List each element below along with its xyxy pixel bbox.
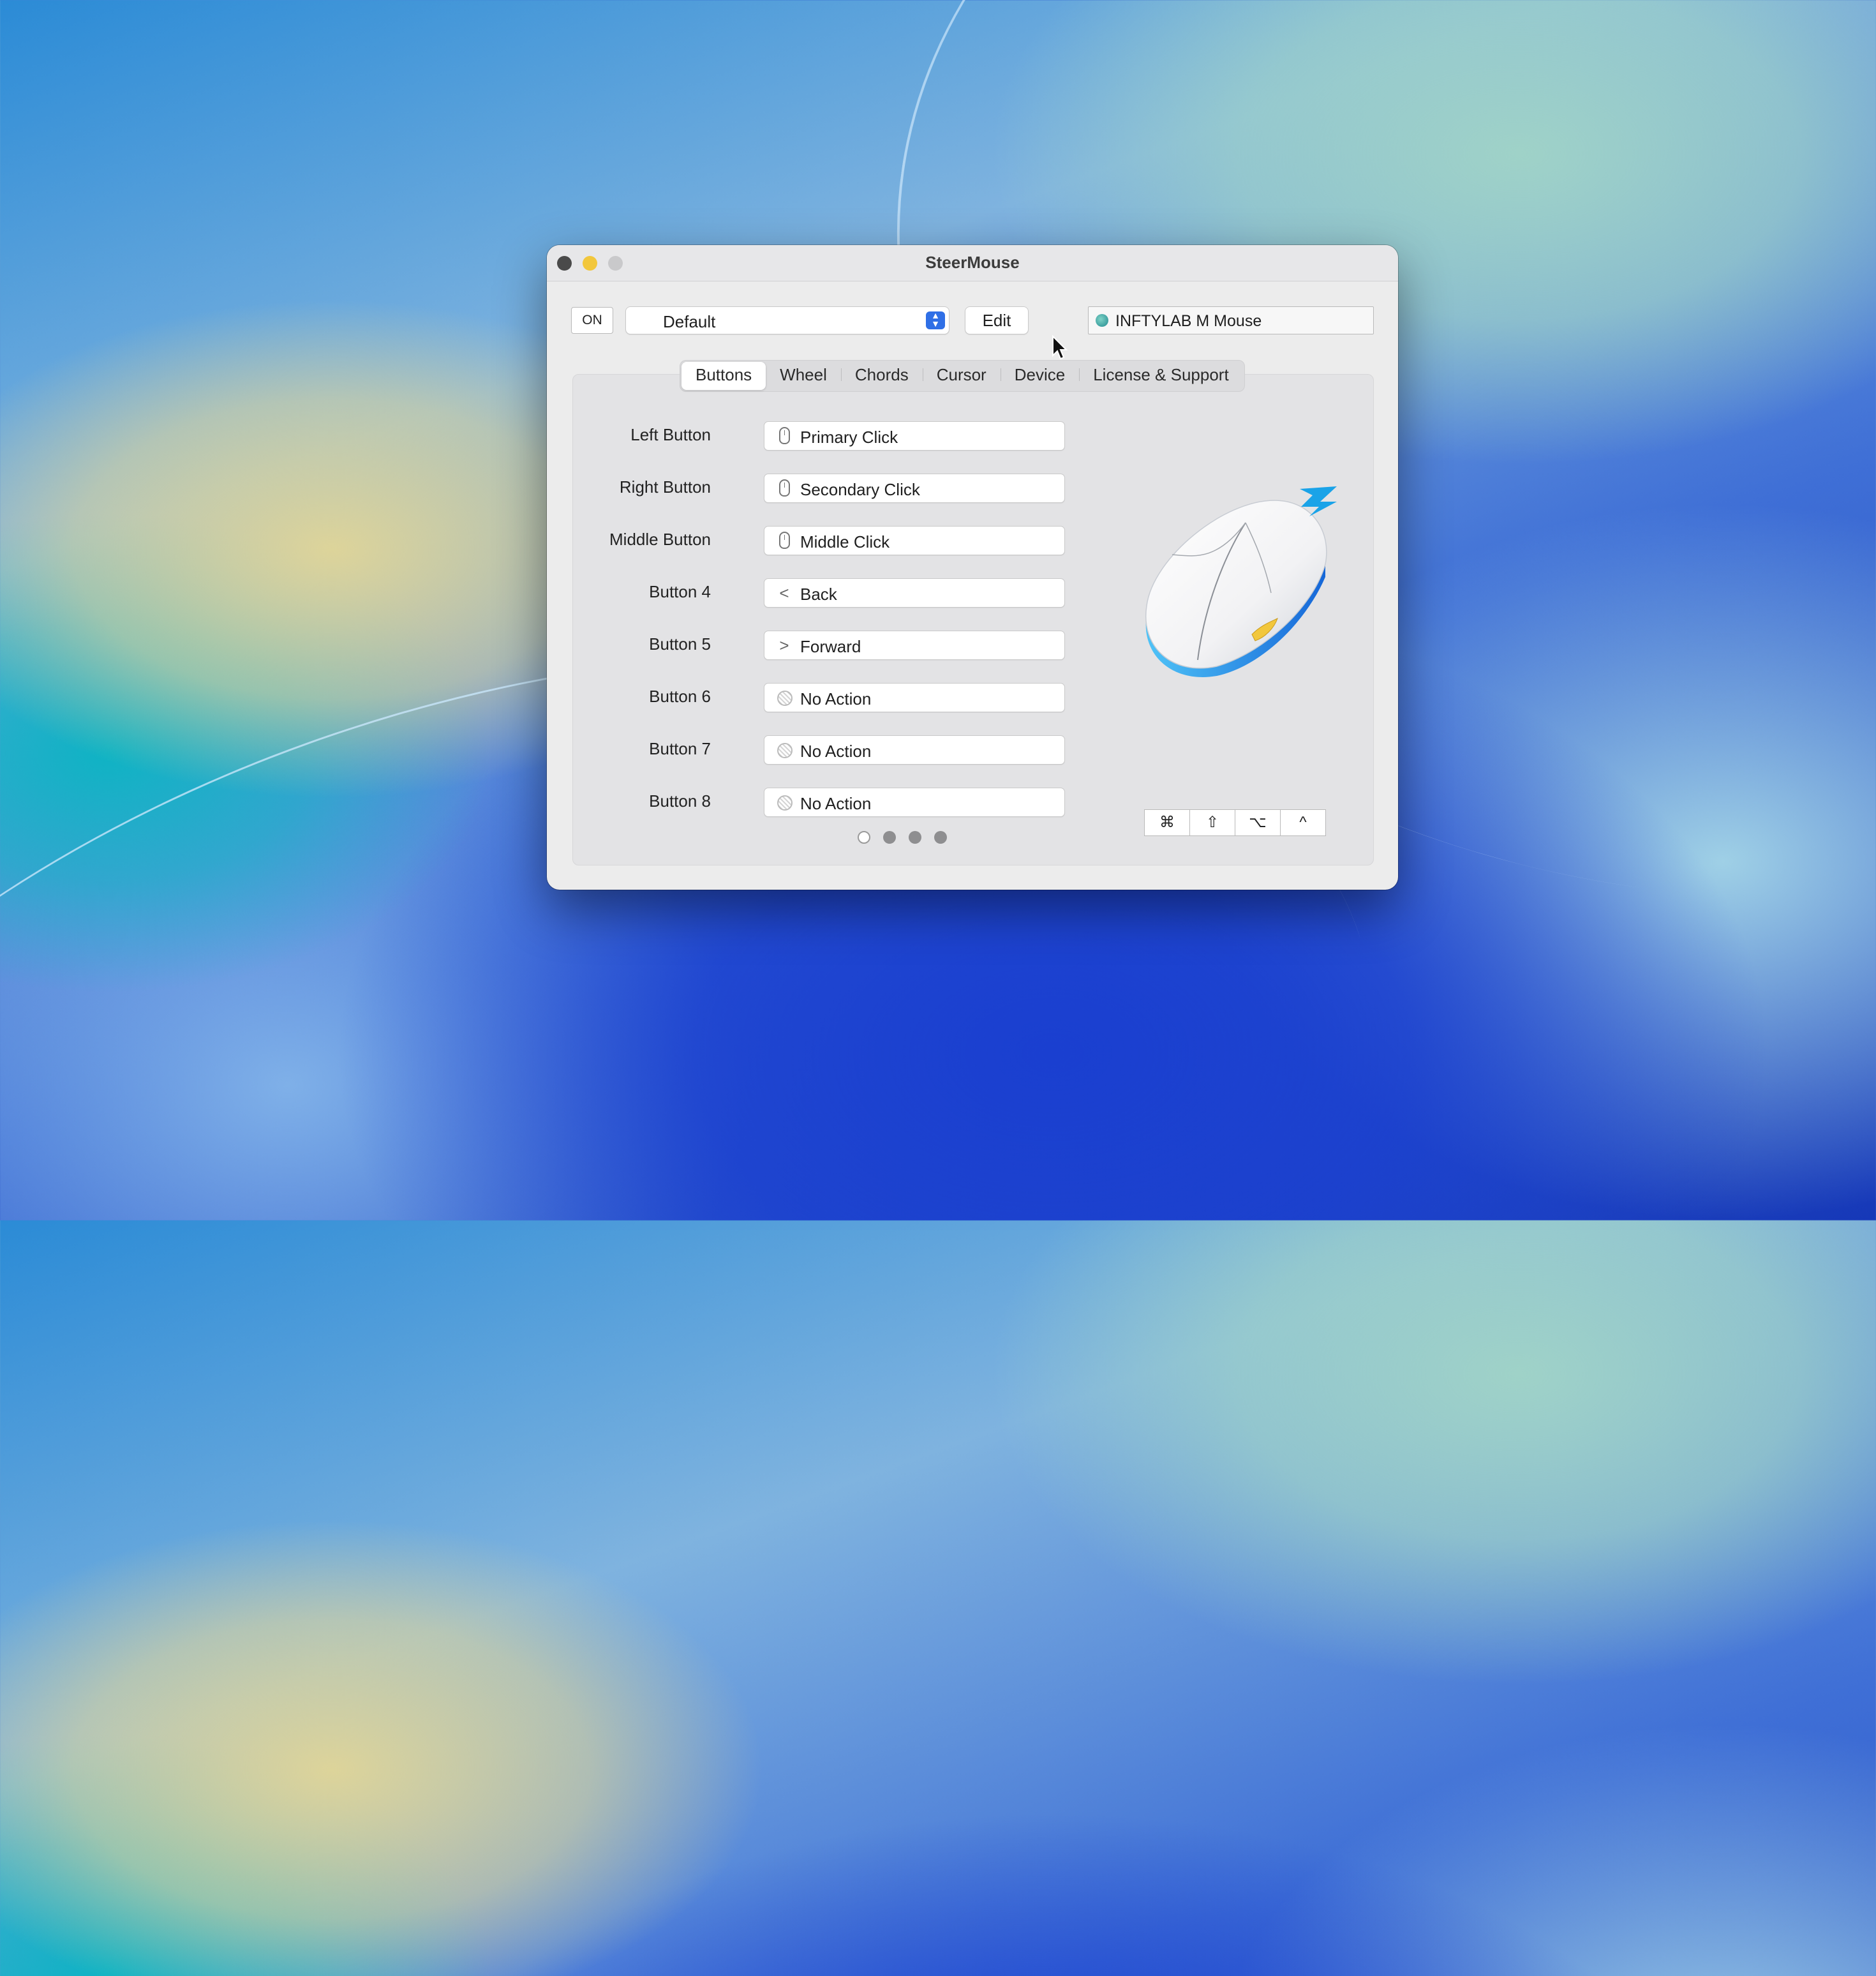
- shift-key-toggle[interactable]: ⇧: [1189, 810, 1235, 835]
- chevron-updown-icon: ▲ ▼: [926, 311, 945, 329]
- button-8-label: Button 8: [649, 791, 711, 811]
- control-key-toggle[interactable]: ^: [1280, 810, 1325, 835]
- tab-wheel[interactable]: Wheel: [766, 362, 841, 390]
- tab-license-support[interactable]: License & Support: [1079, 362, 1242, 390]
- device-name: INFTYLAB M Mouse: [1115, 312, 1262, 330]
- no-action-icon: [777, 743, 793, 758]
- button-6-label: Button 6: [649, 687, 711, 706]
- on-toggle-button[interactable]: ON: [571, 307, 613, 334]
- tab-chords[interactable]: Chords: [840, 362, 923, 390]
- tab-device[interactable]: Device: [1000, 362, 1079, 390]
- tab-buttons[interactable]: Buttons: [681, 362, 766, 390]
- steermouse-window: SteerMouse ON Default ▲ ▼ Edit INFTYLAB M…: [547, 245, 1398, 890]
- chevron-right-icon: >: [779, 636, 789, 655]
- middle-button-label: Middle Button: [609, 530, 711, 549]
- window-title: SteerMouse: [925, 253, 1020, 272]
- edit-button[interactable]: Edit: [965, 306, 1029, 334]
- button-5-action-popup[interactable]: > Forward: [764, 631, 1065, 660]
- page-dot-4[interactable]: [934, 831, 947, 844]
- option-key-toggle[interactable]: ⌥: [1235, 810, 1280, 835]
- action-value: Back: [800, 585, 837, 604]
- page-dot-3[interactable]: [909, 831, 921, 844]
- page-dot-2[interactable]: [883, 831, 896, 844]
- no-action-icon: [777, 795, 793, 811]
- mouse-pointer-icon: [1052, 335, 1068, 360]
- button-5-label: Button 5: [649, 634, 711, 654]
- action-value: Forward: [800, 637, 861, 656]
- mouse-icon: [779, 427, 790, 444]
- title-bar[interactable]: SteerMouse: [547, 245, 1398, 281]
- left-button-label: Left Button: [630, 425, 711, 444]
- left-button-action-popup[interactable]: Primary Click: [764, 421, 1065, 451]
- button-7-action-popup[interactable]: No Action: [764, 735, 1065, 765]
- modifier-keys: ⌘ ⇧ ⌥ ^: [1144, 809, 1326, 836]
- button-7-label: Button 7: [649, 739, 711, 758]
- right-button-action-popup[interactable]: Secondary Click: [764, 474, 1065, 503]
- button-4-label: Button 4: [649, 582, 711, 601]
- page-dot-1[interactable]: [858, 831, 870, 844]
- tab-bar: Buttons Wheel Chords Cursor Device Licen…: [680, 360, 1245, 392]
- middle-button-action-popup[interactable]: Middle Click: [764, 526, 1065, 555]
- chevron-left-icon: <: [779, 583, 789, 603]
- action-value: No Action: [800, 794, 872, 813]
- action-value: No Action: [800, 742, 872, 761]
- mouse-icon: [779, 479, 790, 497]
- action-value: Secondary Click: [800, 480, 920, 499]
- button-4-action-popup[interactable]: < Back: [764, 578, 1065, 608]
- preset-popup[interactable]: Default ▲ ▼: [625, 306, 949, 334]
- action-value: Middle Click: [800, 532, 890, 551]
- mouse-body: [1145, 500, 1327, 669]
- right-button-label: Right Button: [619, 477, 711, 497]
- command-key-toggle[interactable]: ⌘: [1145, 810, 1189, 835]
- device-selector[interactable]: INFTYLAB M Mouse: [1088, 306, 1374, 334]
- device-status-icon: [1096, 314, 1108, 327]
- mouse-illustration: [1145, 486, 1337, 677]
- button-6-action-popup[interactable]: No Action: [764, 683, 1065, 712]
- tab-cursor[interactable]: Cursor: [922, 362, 1001, 390]
- button-8-action-popup[interactable]: No Action: [764, 788, 1065, 817]
- preset-value: Default: [663, 312, 716, 331]
- mouse-icon: [779, 532, 790, 549]
- action-value: No Action: [800, 689, 872, 708]
- action-value: Primary Click: [800, 428, 898, 447]
- no-action-icon: [777, 691, 793, 706]
